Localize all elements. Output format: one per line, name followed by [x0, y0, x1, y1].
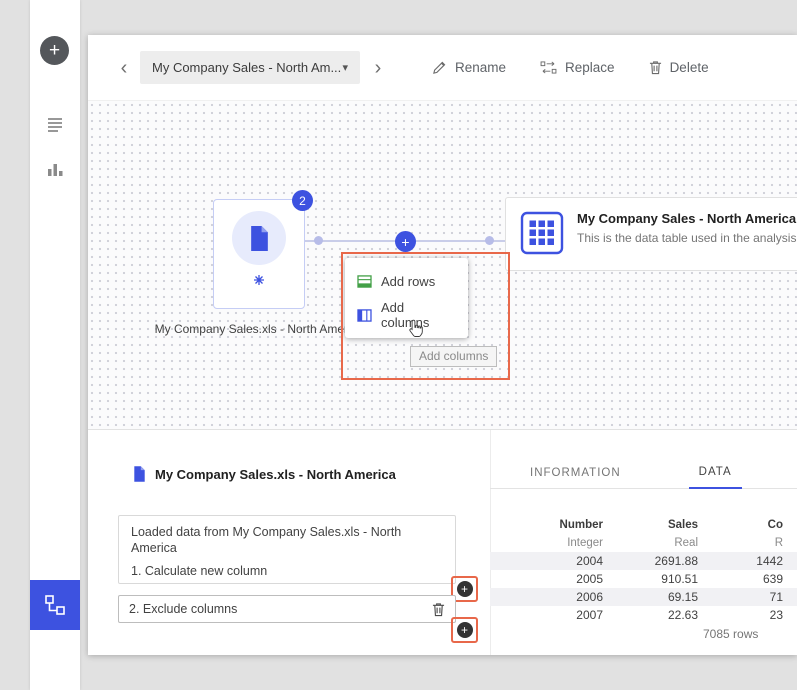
dataset-dropdown[interactable]: My Company Sales - North Am... ▾ — [140, 51, 360, 84]
sparkle-icon — [253, 273, 265, 291]
column-name: Number — [490, 516, 605, 534]
table-header-types: Integer Real R — [490, 534, 797, 552]
tooltip: Add columns — [410, 346, 497, 367]
data-canvas: + 2 My Company Sales.xls - North America — [88, 100, 797, 430]
table-header-names: Number Sales Co — [490, 516, 797, 534]
data-table-card[interactable]: My Company Sales - North America This is… — [505, 197, 797, 271]
menu-item-add-rows[interactable]: Add rows — [345, 264, 468, 298]
cell: 71 — [702, 588, 797, 606]
replace-label: Replace — [565, 60, 615, 75]
dataset-dropdown-value: My Company Sales - North Am... — [152, 60, 341, 75]
column-type: Integer — [490, 534, 605, 552]
cell: 1442 — [702, 552, 797, 570]
sidebar: + — [30, 0, 80, 690]
source-title: My Company Sales.xls - North America — [155, 467, 396, 482]
add-step-button-1[interactable]: + — [457, 581, 473, 597]
add-transformation-button[interactable]: + — [395, 231, 416, 252]
history-box[interactable]: Loaded data from My Company Sales.xls - … — [118, 515, 456, 584]
cell: 639 — [702, 570, 797, 588]
toolbar-actions: Rename Replace Delete — [432, 60, 709, 75]
source-node-label: My Company Sales.xls - North America — [144, 322, 374, 336]
details-panel: My Company Sales.xls - North America Loa… — [88, 430, 797, 655]
data-preview-table: Number Sales Co Integer Real R 2004 2691… — [490, 516, 797, 622]
plus-icon: + — [461, 624, 468, 636]
list-icon — [46, 115, 64, 133]
step-1: 1. Calculate new column — [131, 563, 443, 579]
visualizations-button[interactable] — [46, 160, 64, 178]
cell: 2005 — [490, 570, 605, 588]
column-type: Real — [605, 534, 702, 552]
flow-icon — [44, 594, 66, 616]
plus-icon: + — [49, 40, 60, 62]
plus-icon: + — [401, 234, 409, 250]
table-icon — [520, 211, 564, 255]
loaded-data-text: Loaded data from My Company Sales.xls - … — [131, 524, 443, 557]
replace-button[interactable]: Replace — [540, 60, 615, 75]
cell: 2007 — [490, 606, 605, 622]
add-columns-icon — [357, 309, 372, 322]
plus-icon: + — [461, 583, 468, 595]
menu-item-label: Add rows — [381, 274, 435, 289]
cell: 2004 — [490, 552, 605, 570]
table-row: 2006 69.15 71 — [490, 588, 797, 606]
add-transformation-menu: Add rows Add columns — [345, 258, 468, 338]
cell: 2691.88 — [605, 552, 702, 570]
add-button[interactable]: + — [40, 36, 69, 65]
cell: 23 — [702, 606, 797, 622]
source-file-node[interactable] — [213, 199, 305, 309]
cell: 22.63 — [605, 606, 702, 622]
source-node-avatar — [232, 211, 286, 265]
menu-item-add-columns[interactable]: Add columns — [345, 298, 468, 332]
table-row: 2004 2691.88 1442 — [490, 552, 797, 570]
details-tabs: INFORMATION DATA — [490, 430, 797, 489]
rename-label: Rename — [455, 60, 506, 75]
file-icon — [133, 466, 146, 482]
replace-icon — [540, 61, 557, 74]
file-icon — [249, 226, 270, 251]
table-row: 2007 22.63 23 — [490, 606, 797, 622]
chevron-down-icon: ▾ — [342, 61, 348, 74]
cell: 910.51 — [605, 570, 702, 588]
pencil-icon — [432, 60, 447, 75]
cell: 69.15 — [605, 588, 702, 606]
add-rows-icon — [357, 275, 372, 288]
rename-button[interactable]: Rename — [432, 60, 506, 75]
connector-port-left — [314, 236, 323, 245]
add-step-button-2[interactable]: + — [457, 622, 473, 638]
step-2-label: 2. Exclude columns — [129, 602, 237, 616]
data-list-button[interactable] — [46, 115, 64, 133]
table-card-description: This is the data table used in the analy… — [577, 230, 797, 246]
connector-port-right — [485, 236, 494, 245]
cell: 2006 — [490, 588, 605, 606]
bar-chart-icon — [46, 160, 64, 178]
step-2-row[interactable]: 2. Exclude columns — [118, 595, 456, 623]
table-card-title: My Company Sales - North America — [577, 211, 797, 226]
row-count: 7085 rows — [703, 627, 758, 641]
delete-step-button[interactable] — [432, 602, 445, 617]
hand-cursor-icon — [408, 319, 423, 343]
add-step-highlight-2: + — [451, 617, 478, 643]
tab-information[interactable]: INFORMATION — [520, 467, 631, 488]
canvas-toolbar: ‹ My Company Sales - North Am... ▾ › Ren… — [88, 35, 797, 100]
next-dataset-button[interactable]: › — [370, 58, 386, 78]
table-card-text: My Company Sales - North America This is… — [577, 211, 797, 257]
column-name: Co — [702, 516, 797, 534]
delete-label: Delete — [670, 60, 709, 75]
trash-icon — [649, 60, 662, 75]
prev-dataset-button[interactable]: ‹ — [116, 58, 132, 78]
column-type: R — [702, 534, 797, 552]
tab-data[interactable]: DATA — [689, 466, 742, 489]
table-row: 2005 910.51 639 — [490, 570, 797, 588]
trash-icon — [432, 602, 445, 617]
data-canvas-button[interactable] — [30, 580, 80, 630]
column-name: Sales — [605, 516, 702, 534]
data-canvas-panel: ‹ My Company Sales - North Am... ▾ › Ren… — [88, 35, 797, 655]
step-count-badge: 2 — [292, 190, 313, 211]
delete-button[interactable]: Delete — [649, 60, 709, 75]
source-header: My Company Sales.xls - North America — [133, 466, 396, 482]
